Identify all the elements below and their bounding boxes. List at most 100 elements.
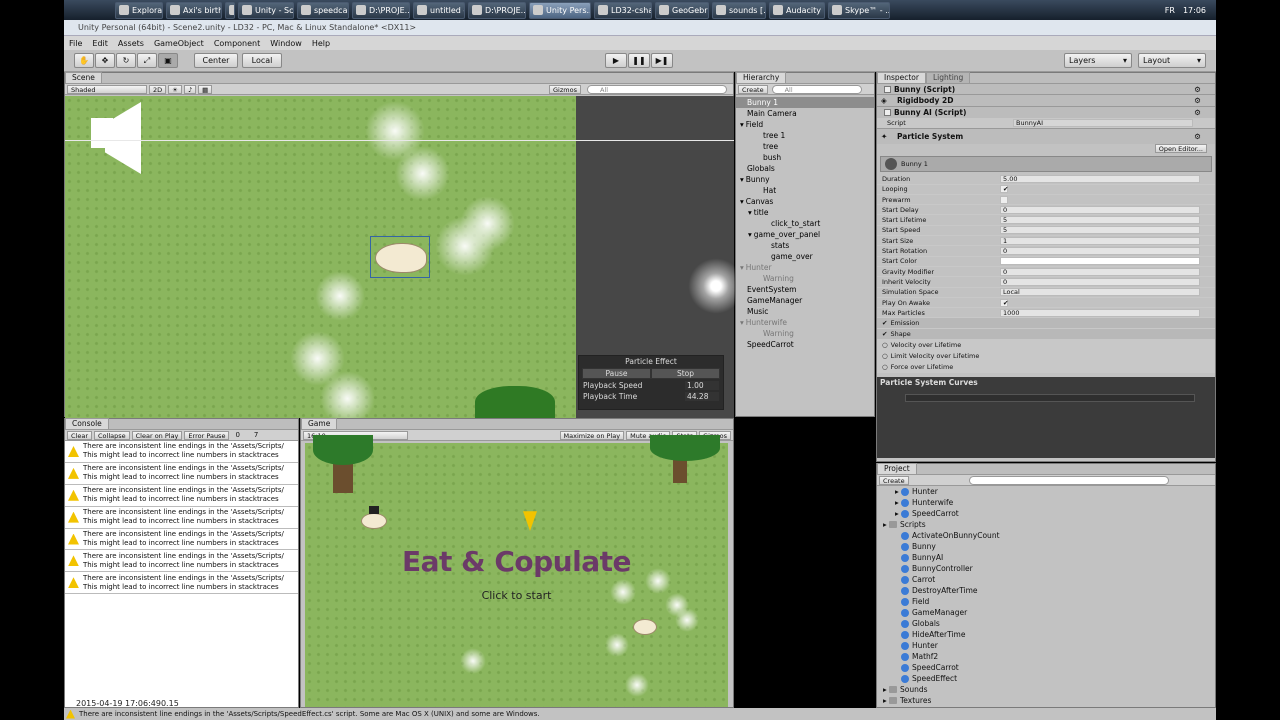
- property-value[interactable]: ✔: [1000, 185, 1008, 194]
- console-log-entry[interactable]: There are inconsistent line endings in t…: [65, 529, 298, 551]
- property-value[interactable]: [1000, 195, 1008, 204]
- 2d-toggle[interactable]: 2D: [149, 84, 167, 94]
- particle-curves-area[interactable]: [877, 388, 1215, 459]
- tab-hierarchy[interactable]: Hierarchy: [736, 72, 787, 83]
- hierarchy-item[interactable]: tree: [736, 141, 874, 152]
- console-log-entry[interactable]: There are inconsistent line endings in t…: [65, 441, 298, 463]
- taskbar-item[interactable]: GeoGebra: [655, 1, 709, 19]
- project-item[interactable]: Globals: [877, 618, 1215, 629]
- particle-module-row[interactable]: ○ Velocity over Lifetime: [877, 340, 1215, 352]
- component-enabled-checkbox[interactable]: [884, 109, 891, 116]
- warning-count[interactable]: 7: [254, 431, 258, 439]
- layers-dropdown[interactable]: Layers ▾: [1064, 53, 1132, 68]
- gizmos-dropdown[interactable]: Gizmos: [549, 84, 581, 94]
- module-toggle-icon[interactable]: ✔: [882, 319, 887, 327]
- property-value[interactable]: Local: [1000, 288, 1200, 297]
- project-item[interactable]: Hunter: [877, 640, 1215, 651]
- project-item[interactable]: ▸ Textures: [877, 695, 1215, 706]
- taskbar-item[interactable]: Unity - Scr...: [238, 1, 294, 19]
- hierarchy-item[interactable]: Music: [736, 306, 874, 317]
- tab-lighting[interactable]: Lighting: [925, 72, 971, 83]
- audio-toggle-icon[interactable]: ♪: [183, 84, 197, 94]
- shading-mode-dropdown[interactable]: Shaded: [67, 84, 147, 94]
- project-item[interactable]: GameManager: [877, 607, 1215, 618]
- tab-game[interactable]: Game: [301, 418, 338, 429]
- expand-arrow-icon[interactable]: ▾: [748, 230, 752, 239]
- project-item[interactable]: ▸ Sounds: [877, 684, 1215, 695]
- hierarchy-item[interactable]: SpeedCarrot: [736, 339, 874, 350]
- property-value[interactable]: 5: [1000, 226, 1200, 235]
- move-tool-icon[interactable]: ✥: [95, 53, 115, 68]
- project-item[interactable]: ▸ Scripts: [877, 519, 1215, 530]
- project-item[interactable]: SpeedEffect: [877, 673, 1215, 684]
- taskbar-item[interactable]: untitled -...: [413, 1, 465, 19]
- particle-module-header[interactable]: Bunny 1: [880, 156, 1212, 173]
- taskbar-item[interactable]: D:\PROJE...: [468, 1, 526, 19]
- hierarchy-item[interactable]: game_over: [736, 251, 874, 262]
- hierarchy-item[interactable]: click_to_start: [736, 218, 874, 229]
- hierarchy-item[interactable]: ▾ title: [736, 207, 874, 218]
- hierarchy-item[interactable]: Warning: [736, 328, 874, 339]
- hierarchy-create-button[interactable]: Create: [738, 84, 768, 94]
- project-item[interactable]: BunnyAI: [877, 552, 1215, 563]
- scene-view-canvas[interactable]: [65, 96, 576, 426]
- hierarchy-item[interactable]: Bunny 1: [736, 97, 874, 108]
- project-create-button[interactable]: Create: [879, 475, 909, 485]
- hierarchy-item[interactable]: tree 1: [736, 130, 874, 141]
- project-item[interactable]: ▸ Hunterwife: [877, 497, 1215, 508]
- project-item[interactable]: HideAfterTime: [877, 629, 1215, 640]
- gear-icon[interactable]: ⚙: [1194, 85, 1201, 94]
- property-value[interactable]: 0: [1000, 247, 1200, 256]
- gear-icon[interactable]: ⚙: [1194, 108, 1201, 117]
- property-value[interactable]: 0: [1000, 277, 1200, 286]
- project-item[interactable]: ▸ SpeedCarrot: [877, 508, 1215, 519]
- taskbar-item[interactable]: speedcarr...: [297, 1, 349, 19]
- hierarchy-item[interactable]: ▾ Hunterwife: [736, 317, 874, 328]
- project-item[interactable]: ActivateOnBunnyCount: [877, 530, 1215, 541]
- hierarchy-item[interactable]: EventSystem: [736, 284, 874, 295]
- project-item[interactable]: SpeedCarrot: [877, 662, 1215, 673]
- taskbar-item[interactable]: Unity Pers...: [529, 1, 591, 19]
- tab-inspector[interactable]: Inspector: [877, 72, 926, 83]
- hierarchy-item[interactable]: bush: [736, 152, 874, 163]
- expand-arrow-icon[interactable]: ▾: [740, 120, 744, 129]
- project-item[interactable]: Carrot: [877, 574, 1215, 585]
- hierarchy-item[interactable]: ▾ game_over_panel: [736, 229, 874, 240]
- open-editor-button[interactable]: Open Editor...: [1154, 144, 1207, 154]
- project-item[interactable]: ▸ Hunter: [877, 486, 1215, 497]
- console-log-entry[interactable]: There are inconsistent line endings in t…: [65, 507, 298, 529]
- scale-tool-icon[interactable]: ⤢: [137, 53, 157, 68]
- hierarchy-item[interactable]: Warning: [736, 273, 874, 284]
- project-item[interactable]: Bunny: [877, 541, 1215, 552]
- console-log-entry[interactable]: There are inconsistent line endings in t…: [65, 572, 298, 595]
- project-item[interactable]: BunnyController: [877, 563, 1215, 574]
- particle-module-row[interactable]: ○ Force over Lifetime: [877, 362, 1215, 374]
- property-value[interactable]: 1000: [1000, 308, 1200, 317]
- step-button[interactable]: ▶❚: [651, 53, 673, 68]
- taskbar-item[interactable]: Skype™ - ...: [828, 1, 890, 19]
- game-view-canvas[interactable]: Eat & Copulate Click to start: [305, 435, 728, 707]
- hierarchy-item[interactable]: ▾ Canvas: [736, 196, 874, 207]
- playback-speed-field[interactable]: 1.00: [685, 381, 719, 390]
- hand-tool-icon[interactable]: ✋: [74, 53, 94, 68]
- hierarchy-search-input[interactable]: All: [771, 84, 862, 94]
- rigidbody2d-component[interactable]: ◈ Rigidbody 2D ⚙: [877, 94, 1215, 106]
- particle-pause-button[interactable]: Pause: [582, 368, 651, 379]
- bunny-script-component[interactable]: Bunny (Script) ⚙: [877, 84, 1215, 94]
- pause-button[interactable]: ❚❚: [628, 53, 650, 68]
- hierarchy-item[interactable]: Main Camera: [736, 108, 874, 119]
- console-error-pause-button[interactable]: Error Pause: [184, 430, 230, 440]
- particle-stop-button[interactable]: Stop: [651, 368, 720, 379]
- property-value[interactable]: 1: [1000, 236, 1200, 245]
- project-item[interactable]: DestroyAfterTime: [877, 585, 1215, 596]
- project-item[interactable]: Field: [877, 596, 1215, 607]
- menu-assets[interactable]: Assets: [113, 39, 149, 48]
- taskbar-item[interactable]: Axi's birth: [166, 1, 222, 19]
- property-value[interactable]: 5.00: [1000, 174, 1200, 183]
- console-collapse-button[interactable]: Collapse: [94, 430, 130, 440]
- console-log-entry[interactable]: There are inconsistent line endings in t…: [65, 485, 298, 507]
- bunnyai-script-component[interactable]: Bunny AI (Script) ⚙: [877, 106, 1215, 118]
- expand-arrow-icon[interactable]: ▾: [740, 197, 744, 206]
- console-clear-on-play-button[interactable]: Clear on Play: [131, 430, 183, 440]
- menu-window[interactable]: Window: [265, 39, 307, 48]
